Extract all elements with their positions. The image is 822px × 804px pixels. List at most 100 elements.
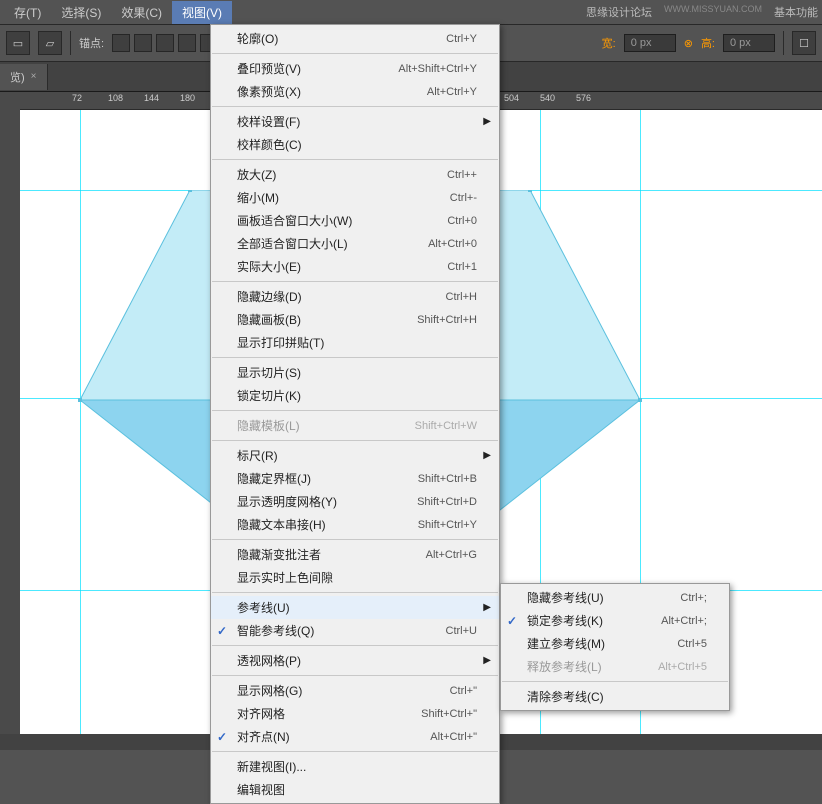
menu-item[interactable]: 新建视图(I)... <box>211 755 499 778</box>
submenu-item[interactable]: 建立参考线(M)Ctrl+5 <box>501 632 729 655</box>
menu-item[interactable]: 隐藏渐变批注者Alt+Ctrl+G <box>211 543 499 566</box>
menu-item[interactable]: 轮廓(O)Ctrl+Y <box>211 27 499 50</box>
menu-item-label: 显示切片(S) <box>237 364 477 381</box>
menu-item[interactable]: 编辑视图 <box>211 778 499 801</box>
menu-item-label: 参考线(U) <box>237 599 477 616</box>
menu-item[interactable]: 显示实时上色间隙 <box>211 566 499 589</box>
menu-select[interactable]: 选择(S) <box>51 1 111 24</box>
menu-shortcut: Alt+Ctrl+" <box>430 731 477 743</box>
menu-item[interactable]: 隐藏定界框(J)Shift+Ctrl+B <box>211 467 499 490</box>
menu-item-label: 放大(Z) <box>237 166 447 183</box>
menu-item[interactable]: 透视网格(P) ▶ <box>211 649 499 672</box>
menu-item-label: 缩小(M) <box>237 189 450 206</box>
submenu-shortcut: Alt+Ctrl+5 <box>658 661 707 673</box>
menu-item-label: 新建视图(I)... <box>237 758 477 775</box>
menu-item-label: 全部适合窗口大小(L) <box>237 235 428 252</box>
menu-shortcut: Ctrl+U <box>446 625 477 637</box>
menu-item-label: 显示透明度网格(Y) <box>237 493 417 510</box>
menu-save[interactable]: 存(T) <box>4 1 51 24</box>
menu-item-label: 透视网格(P) <box>237 652 477 669</box>
menu-item-label: 显示打印拼贴(T) <box>237 334 477 351</box>
menu-item[interactable]: 隐藏文本串接(H)Shift+Ctrl+Y <box>211 513 499 536</box>
menu-item[interactable]: 参考线(U)▶ <box>211 596 499 619</box>
submenu-item[interactable]: 隐藏参考线(U)Ctrl+; <box>501 586 729 609</box>
menu-item-label: 隐藏定界框(J) <box>237 470 418 487</box>
menubar: 存(T) 选择(S) 效果(C) 视图(V) 思缘设计论坛 WWW.MISSYU… <box>0 0 822 24</box>
ruler-vertical <box>0 92 20 750</box>
document-tab[interactable]: 览) × <box>0 64 48 90</box>
submenu-label: 清除参考线(C) <box>527 688 707 705</box>
menu-shortcut: Shift+Ctrl+W <box>415 420 477 432</box>
menu-separator <box>212 592 498 593</box>
menu-item[interactable]: 叠印预览(V)Alt+Shift+Ctrl+Y <box>211 57 499 80</box>
menu-view[interactable]: 视图(V) <box>172 1 232 24</box>
menu-item[interactable]: 校样颜色(C) <box>211 133 499 156</box>
menu-item[interactable]: 画板适合窗口大小(W)Ctrl+0 <box>211 209 499 232</box>
submenu-item: 释放参考线(L)Alt+Ctrl+5 <box>501 655 729 678</box>
menu-item[interactable]: 校样设置(F) ▶ <box>211 110 499 133</box>
menu-item[interactable]: 缩小(M)Ctrl+- <box>211 186 499 209</box>
submenu-shortcut: Ctrl+; <box>680 592 707 604</box>
menu-item-label: 校样设置(F) <box>237 113 477 130</box>
menu-item-label: 智能参考线(Q) <box>237 622 446 639</box>
menu-item[interactable]: 全部适合窗口大小(L)Alt+Ctrl+0 <box>211 232 499 255</box>
menu-item[interactable]: ✓ 对齐点(N)Alt+Ctrl+" <box>211 725 499 748</box>
submenu-shortcut: Ctrl+5 <box>677 638 707 650</box>
menu-separator <box>212 751 498 752</box>
anchor-label: 锚点: <box>79 35 104 51</box>
menu-shortcut: Ctrl+0 <box>447 215 477 227</box>
tab-close-icon[interactable]: × <box>31 71 37 82</box>
menu-item[interactable]: 显示网格(G)Ctrl+" <box>211 679 499 702</box>
menu-separator <box>212 106 498 107</box>
width-label: 宽: <box>602 35 616 51</box>
direct-tool-icon[interactable]: ▱ <box>38 31 62 55</box>
submenu-arrow-icon: ▶ <box>483 655 491 666</box>
menu-item-label: 隐藏模板(L) <box>237 417 415 434</box>
submenu-item[interactable]: 清除参考线(C) <box>501 685 729 708</box>
menu-item[interactable]: 显示打印拼贴(T) <box>211 331 499 354</box>
menu-item[interactable]: 像素预览(X)Alt+Ctrl+Y <box>211 80 499 103</box>
anchor-icon-3[interactable] <box>156 34 174 52</box>
menu-item-label: 显示网格(G) <box>237 682 450 699</box>
anchor-icon-4[interactable] <box>178 34 196 52</box>
menu-item[interactable]: 显示透明度网格(Y)Shift+Ctrl+D <box>211 490 499 513</box>
menu-shortcut: Shift+Ctrl+H <box>417 314 477 326</box>
menu-item[interactable]: 放大(Z)Ctrl++ <box>211 163 499 186</box>
menu-item: 隐藏模板(L)Shift+Ctrl+W <box>211 414 499 437</box>
menu-shortcut: Ctrl+Y <box>446 33 477 45</box>
anchor-icon-1[interactable] <box>112 34 130 52</box>
height-field[interactable]: 0 px <box>723 34 775 52</box>
forum-text: 思缘设计论坛 <box>586 4 652 20</box>
link-icon[interactable]: ⊗ <box>684 37 693 50</box>
anchor-icon-2[interactable] <box>134 34 152 52</box>
submenu-label: 锁定参考线(K) <box>527 612 661 629</box>
menu-separator <box>212 281 498 282</box>
menu-shortcut: Ctrl++ <box>447 169 477 181</box>
menu-item[interactable]: 隐藏边缘(D)Ctrl+H <box>211 285 499 308</box>
menu-item[interactable]: 实际大小(E)Ctrl+1 <box>211 255 499 278</box>
check-icon: ✓ <box>217 730 227 744</box>
menu-item-label: 锁定切片(K) <box>237 387 477 404</box>
menu-item[interactable]: 标尺(R)▶ <box>211 444 499 467</box>
menu-shortcut: Ctrl+" <box>450 685 477 697</box>
menu-item-label: 画板适合窗口大小(W) <box>237 212 447 229</box>
submenu-arrow-icon: ▶ <box>483 116 491 127</box>
menu-item-label: 叠印预览(V) <box>237 60 398 77</box>
menu-item[interactable]: ✓ 智能参考线(Q)Ctrl+U <box>211 619 499 642</box>
menu-item-label: 编辑视图 <box>237 781 477 798</box>
menu-item[interactable]: 对齐网格Shift+Ctrl+" <box>211 702 499 725</box>
menu-item-label: 实际大小(E) <box>237 258 447 275</box>
submenu-item[interactable]: ✓锁定参考线(K)Alt+Ctrl+; <box>501 609 729 632</box>
menu-separator <box>212 159 498 160</box>
menu-item-label: 对齐点(N) <box>237 728 430 745</box>
menu-effect[interactable]: 效果(C) <box>111 1 172 24</box>
check-icon: ✓ <box>217 624 227 638</box>
menu-item[interactable]: 显示切片(S) <box>211 361 499 384</box>
width-field[interactable]: 0 px <box>624 34 676 52</box>
menu-shortcut: Shift+Ctrl+D <box>417 496 477 508</box>
menu-item[interactable]: 隐藏画板(B)Shift+Ctrl+H <box>211 308 499 331</box>
selection-tool-icon[interactable]: ▭ <box>6 31 30 55</box>
menu-item[interactable]: 锁定切片(K) <box>211 384 499 407</box>
align-tool-icon[interactable]: ☐ <box>792 31 816 55</box>
menu-separator <box>212 539 498 540</box>
